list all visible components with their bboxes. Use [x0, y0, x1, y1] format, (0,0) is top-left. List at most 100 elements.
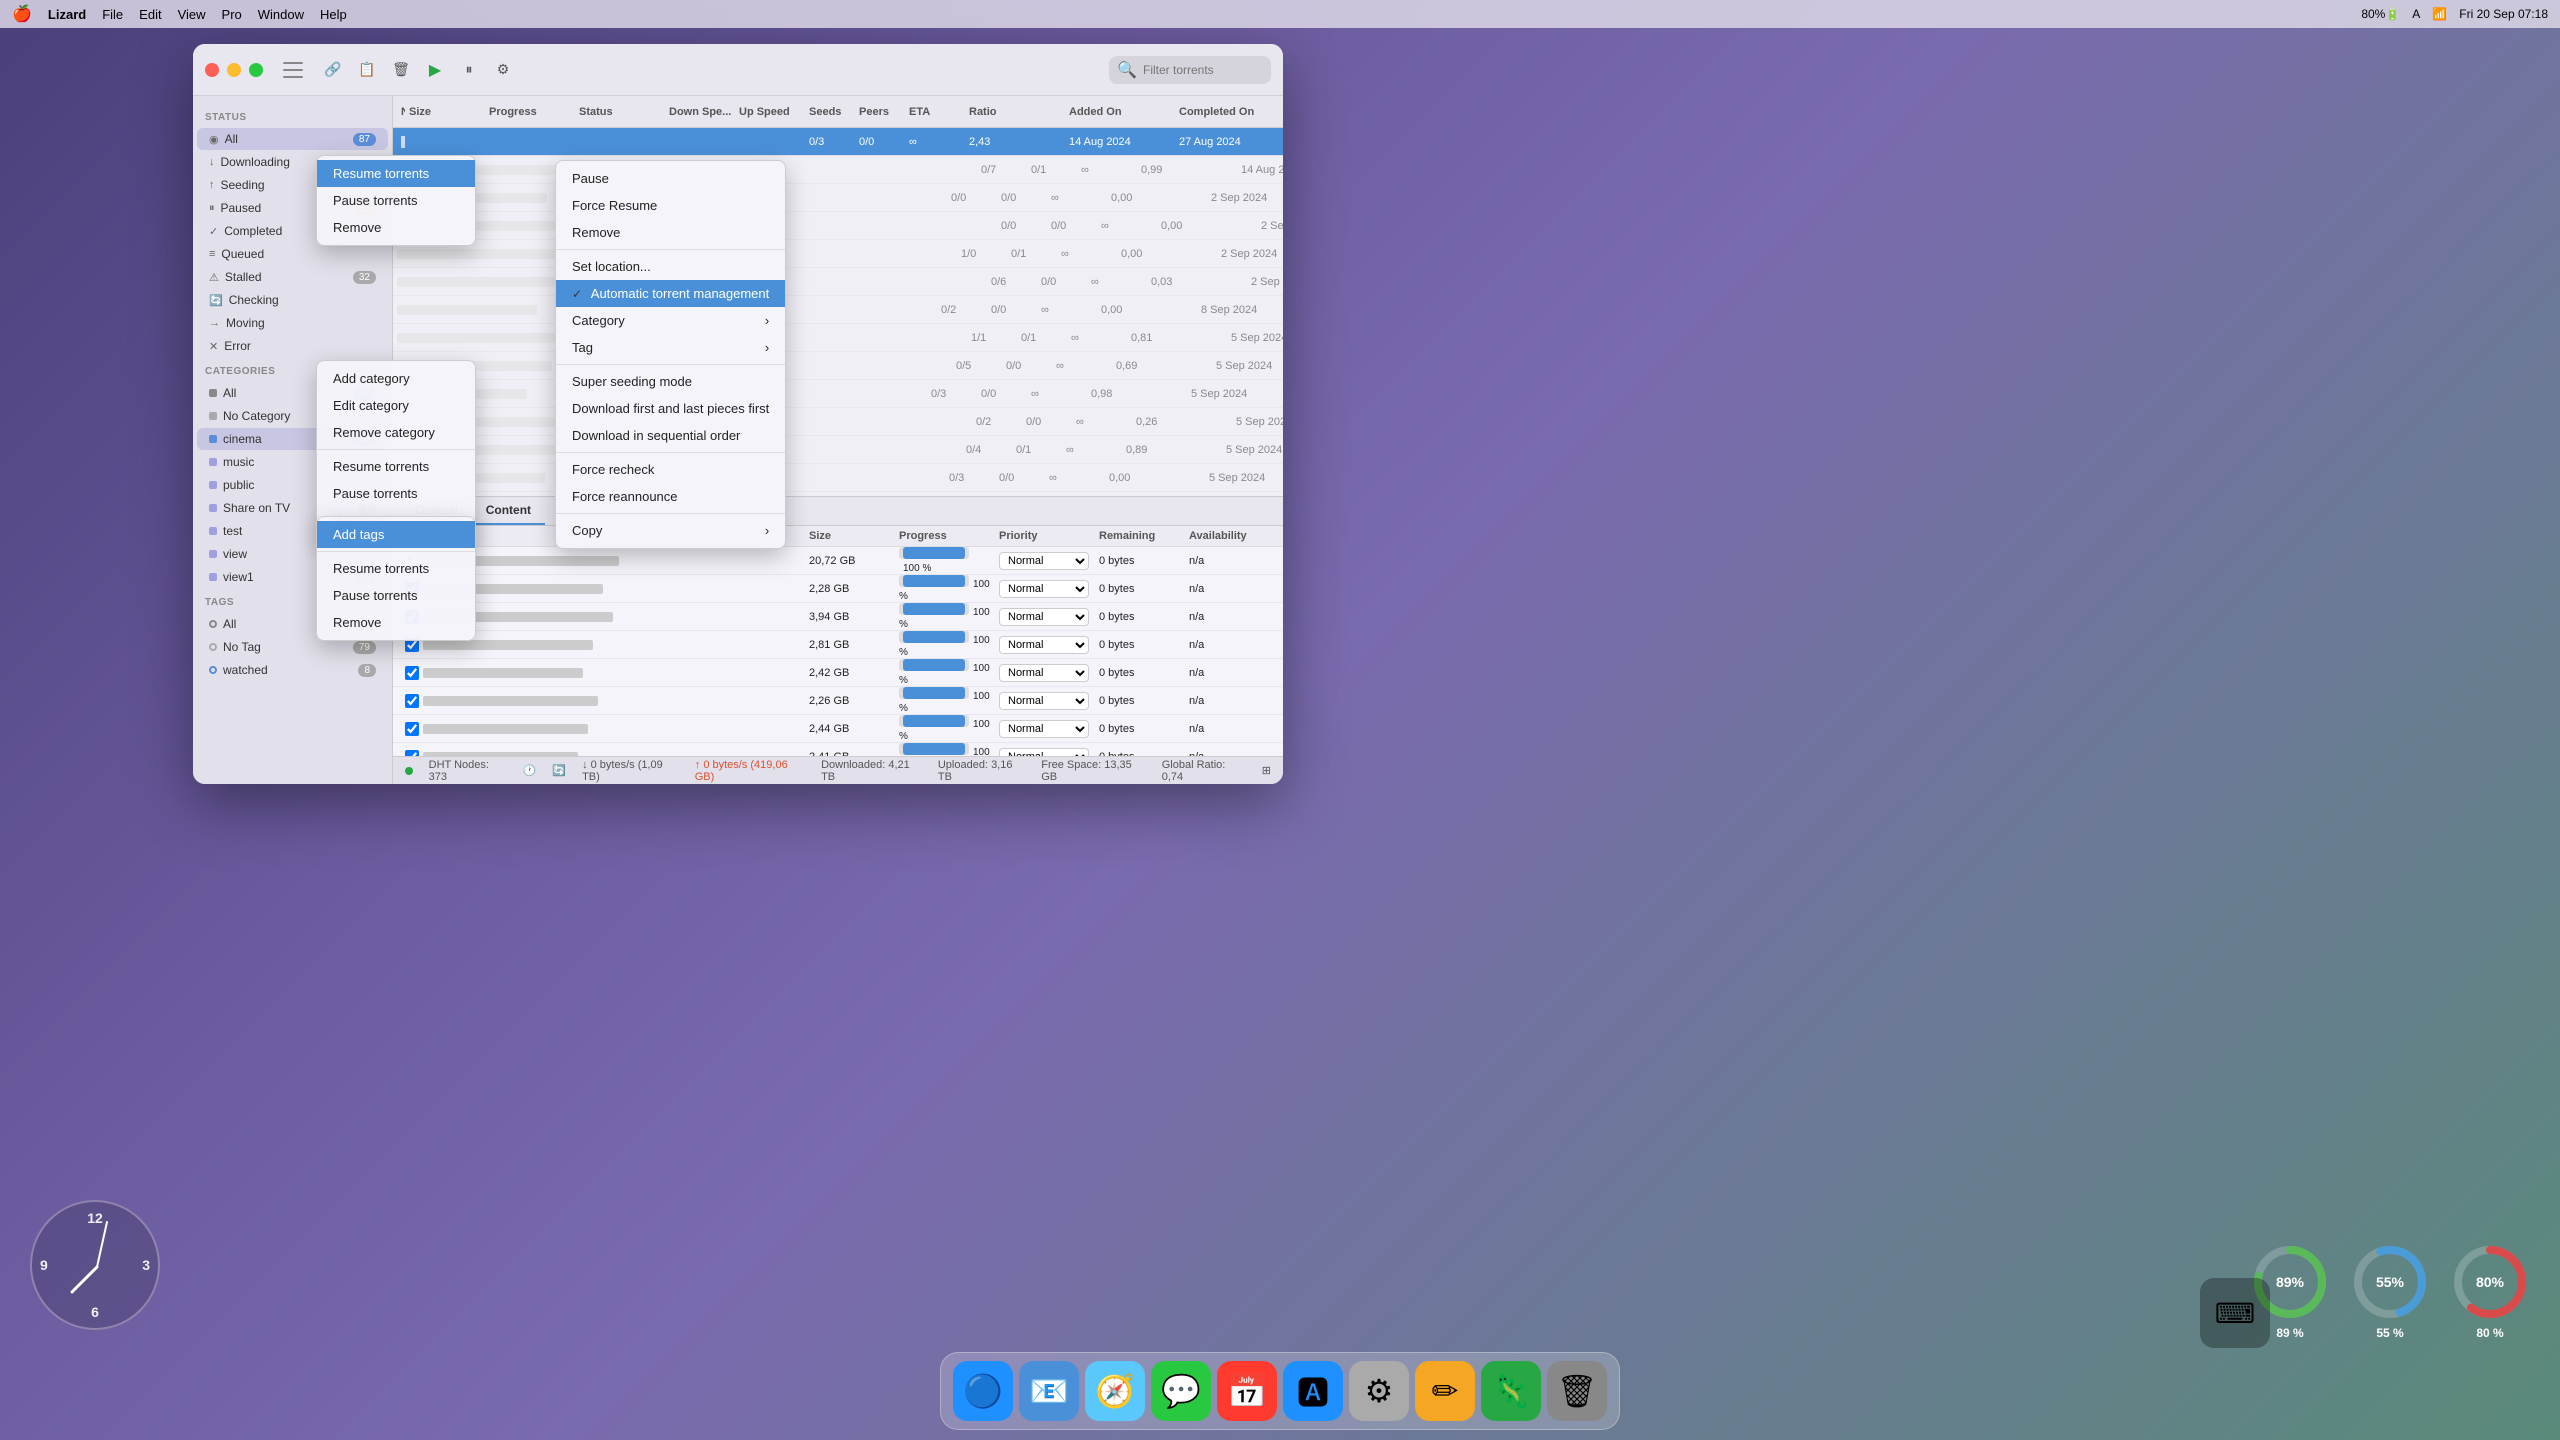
- table-row[interactable]: 0/2 0/0 ∞ 0,00 8 Sep 2024 8 Sep 2024 20 …: [393, 296, 1283, 324]
- col-seeds[interactable]: Seeds: [805, 106, 855, 118]
- table-row[interactable]: 0/3 0/0 ∞ 0,98 5 Sep 2024 5 Sep 2024 16 …: [393, 380, 1283, 408]
- col-name[interactable]: Name: [397, 106, 405, 118]
- ctx-auto-management[interactable]: Automatic torrent management: [556, 280, 785, 307]
- ctx-pause[interactable]: Pause: [556, 165, 785, 192]
- file-checkbox[interactable]: [405, 694, 419, 708]
- dock-trash[interactable]: 🗑: [1547, 1361, 1607, 1421]
- menu-view[interactable]: View: [178, 7, 206, 22]
- file-row[interactable]: ▼ 20,72 GB 100 % NormalHighMaximumDo not…: [393, 547, 1283, 575]
- col-peers[interactable]: Peers: [855, 106, 905, 118]
- ctx-copy[interactable]: Copy: [556, 517, 785, 544]
- file-row[interactable]: 3,94 GB 100 % Normal 0 bytes n/a: [393, 603, 1283, 631]
- sidebar-item-checking[interactable]: 🔄 Checking: [197, 289, 388, 311]
- pause-button[interactable]: ⏸: [455, 56, 483, 84]
- file-priority[interactable]: NormalHighMaximumDo not download: [995, 552, 1095, 570]
- sidebar-item-stalled[interactable]: ⚠ Stalled 32: [197, 266, 388, 288]
- priority-select[interactable]: NormalHighMaximumDo not download: [999, 552, 1089, 570]
- sidebar-toggle[interactable]: [283, 62, 303, 78]
- delete-button[interactable]: 🗑: [387, 56, 415, 84]
- file-checkbox[interactable]: [405, 722, 419, 736]
- stats-button[interactable]: 📋: [353, 56, 381, 84]
- ctx-remove-secondary[interactable]: Remove: [317, 214, 475, 241]
- ctx-category[interactable]: Category: [556, 307, 785, 334]
- col-progress[interactable]: Progress: [485, 106, 575, 118]
- table-row[interactable]: 0/0 0/0 ∞ 0,00 2 Sep 2024 n/a n/a: [393, 184, 1283, 212]
- table-row[interactable]: 0/7 0/1 ∞ 0,99 14 Aug 2024 26 Aug 2024 2…: [393, 156, 1283, 184]
- col-size[interactable]: Size: [405, 106, 485, 118]
- menu-help[interactable]: Help: [320, 7, 347, 22]
- settings-button[interactable]: ⚙: [489, 56, 517, 84]
- table-row[interactable]: 0/2 0/0 ∞ 0,26 5 Sep 2024 5 Sep 2024 13 …: [393, 408, 1283, 436]
- ctx-cat-resume[interactable]: Resume torrents: [317, 453, 475, 480]
- priority-select[interactable]: Normal: [999, 720, 1089, 738]
- dock-calendar[interactable]: 📅: [1217, 1361, 1277, 1421]
- fullscreen-button[interactable]: [249, 63, 263, 77]
- table-row[interactable]: 0/3 0/0 ∞ 0,80 5 Sep 2024 5 Sep 2024 19 …: [393, 492, 1283, 496]
- ctx-tag-remove[interactable]: Remove: [317, 609, 475, 636]
- dock-safari[interactable]: 🧭: [1085, 1361, 1145, 1421]
- col-eta[interactable]: ETA: [905, 106, 965, 118]
- table-row[interactable]: 0/6 0/0 ∞ 0,03 2 Sep 2024 9 Sep 2024 19 …: [393, 268, 1283, 296]
- play-button[interactable]: ▶: [421, 56, 449, 84]
- dock-appstore[interactable]: 🅰: [1283, 1361, 1343, 1421]
- ctx-force-resume[interactable]: Force Resume: [556, 192, 785, 219]
- ctx-cat-pause[interactable]: Pause torrents: [317, 480, 475, 507]
- sidebar-item-all[interactable]: ◉ All 87: [197, 128, 388, 150]
- sidebar-item-moving[interactable]: → Moving: [197, 312, 388, 334]
- col-up-speed[interactable]: Up Speed: [735, 106, 805, 118]
- ctx-super-seeding[interactable]: Super seeding mode: [556, 368, 785, 395]
- priority-select[interactable]: Normal: [999, 580, 1089, 598]
- file-checkbox[interactable]: [405, 666, 419, 680]
- file-row[interactable]: 2,81 GB 100 % Normal 0 bytes n/a: [393, 631, 1283, 659]
- table-row[interactable]: 0/5 0/0 ∞ 0,69 5 Sep 2024 8 Sep 2024 20 …: [393, 352, 1283, 380]
- ctx-add-tags[interactable]: Add tags: [317, 521, 475, 548]
- file-row[interactable]: 2,44 GB 100 % Normal 0 bytes n/a: [393, 715, 1283, 743]
- ctx-dl-sequential[interactable]: Download in sequential order: [556, 422, 785, 449]
- dock-finder[interactable]: 🔵: [953, 1361, 1013, 1421]
- dock-messages[interactable]: 💬: [1151, 1361, 1211, 1421]
- table-row[interactable]: 0/3 0/0 ∞ 0,00 5 Sep 2024 5 Sep 2024 19 …: [393, 464, 1283, 492]
- col-down-speed[interactable]: Down Spe...: [665, 106, 735, 118]
- dock-mail[interactable]: 📧: [1019, 1361, 1079, 1421]
- sidebar-item-queued[interactable]: ≡ Queued: [197, 243, 388, 265]
- ctx-resume-torrents[interactable]: Resume torrents: [317, 160, 475, 187]
- ctx-edit-category[interactable]: Edit category: [317, 392, 475, 419]
- priority-select[interactable]: Normal: [999, 636, 1089, 654]
- file-row[interactable]: 2,41 GB 100 % Normal 0 bytes n/a: [393, 743, 1283, 756]
- col-completed[interactable]: Completed On: [1175, 106, 1283, 118]
- menu-pro[interactable]: Pro: [222, 7, 242, 22]
- priority-select[interactable]: Normal: [999, 608, 1089, 626]
- table-row[interactable]: 1/0 0/1 ∞ 0,00 2 Sep 2024 n/a 20 Sep 202…: [393, 240, 1283, 268]
- priority-select[interactable]: Normal: [999, 664, 1089, 682]
- col-status[interactable]: Status: [575, 106, 665, 118]
- ctx-force-recheck[interactable]: Force recheck: [556, 456, 785, 483]
- ctx-tag-pause[interactable]: Pause torrents: [317, 582, 475, 609]
- search-input[interactable]: [1143, 63, 1263, 77]
- priority-select[interactable]: Normal: [999, 748, 1089, 757]
- table-row[interactable]: 1/1 0/1 ∞ 0,81 5 Sep 2024 n/a 20 Sep 202…: [393, 324, 1283, 352]
- col-added[interactable]: Added On: [1065, 106, 1175, 118]
- ctx-remove[interactable]: Remove: [556, 219, 785, 246]
- ctx-tag-resume[interactable]: Resume torrents: [317, 555, 475, 582]
- col-ratio[interactable]: Ratio: [965, 106, 1065, 118]
- file-row[interactable]: 2,42 GB 100 % Normal 0 bytes n/a: [393, 659, 1283, 687]
- ctx-dl-first-last[interactable]: Download first and last pieces first: [556, 395, 785, 422]
- ctx-set-location[interactable]: Set location...: [556, 253, 785, 280]
- minimize-button[interactable]: [227, 63, 241, 77]
- sidebar-item-watched[interactable]: watched 8: [197, 659, 388, 681]
- rss-button[interactable]: 🔗: [319, 56, 347, 84]
- file-row[interactable]: 2,28 GB 100 % Normal 0 bytes n/a: [393, 575, 1283, 603]
- app-menu-lizard[interactable]: Lizard: [48, 7, 86, 22]
- dock-sysprefs[interactable]: ⚙: [1349, 1361, 1409, 1421]
- tab-content[interactable]: Content: [472, 497, 545, 525]
- sidebar-item-error[interactable]: ✕ Error: [197, 335, 388, 357]
- menu-edit[interactable]: Edit: [139, 7, 161, 22]
- expand-icon[interactable]: ⊞: [1262, 764, 1271, 777]
- ctx-tag[interactable]: Tag: [556, 334, 785, 361]
- menu-window[interactable]: Window: [258, 7, 304, 22]
- file-row[interactable]: 2,26 GB 100 % Normal 0 bytes n/a: [393, 687, 1283, 715]
- close-button[interactable]: [205, 63, 219, 77]
- menu-file[interactable]: File: [102, 7, 123, 22]
- table-row[interactable]: 0/4 0/1 ∞ 0,89 5 Sep 2024 5 Sep 2024 14 …: [393, 436, 1283, 464]
- apple-menu[interactable]: 🍎: [12, 4, 32, 24]
